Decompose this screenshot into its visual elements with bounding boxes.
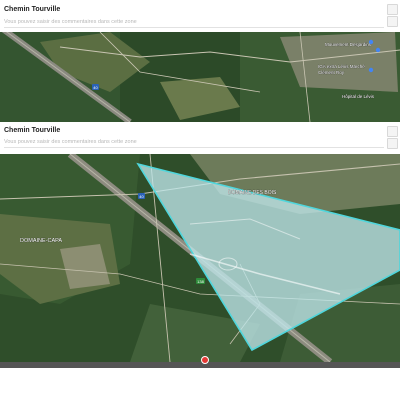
card-1-header: Chemin Tourville: [0, 0, 400, 32]
map-1-poi-label: IGA extra Lévis Marché: [318, 64, 365, 69]
card-2-header: Chemin Tourville: [0, 122, 400, 154]
card-2-map-canvas[interactable]: 40 138 DOMAINE-CAPA DOMAINE DES BOIS: [0, 154, 400, 362]
map-2-area-label: DOMAINE-CAPA: [20, 238, 62, 244]
map-1-poi-pin-icon[interactable]: [368, 67, 374, 73]
card-1-title: Chemin Tourville: [4, 6, 61, 13]
map-1-route-shield-label: 40: [93, 85, 98, 90]
page: Chemin Tourville 40 Mouvement Desjardins…: [0, 0, 400, 400]
card-2-side-button-2[interactable]: [387, 138, 398, 149]
map-1-poi-pin-icon[interactable]: [375, 47, 381, 53]
map-1-poi-label: Hôpital de Lévis: [342, 94, 375, 99]
card-2-map[interactable]: 40 138 DOMAINE-CAPA DOMAINE DES BOIS: [0, 154, 400, 362]
map-1-poi-pin-icon[interactable]: [368, 39, 374, 45]
card-2-side-button[interactable]: [387, 126, 398, 137]
map-2-route-shield-label: 138: [197, 279, 204, 284]
card-1-side-button[interactable]: [387, 4, 398, 15]
map-2-route-shield-label: 40: [139, 194, 144, 199]
card-1-side-button-2[interactable]: [387, 16, 398, 27]
map-1-poi-label: Mouvement Desjardins: [325, 42, 372, 47]
location-marker-icon[interactable]: [201, 356, 209, 364]
card-2-comment-input[interactable]: [4, 137, 384, 148]
map-bottom-bar: [0, 362, 400, 368]
card-1-map[interactable]: 40 Mouvement Desjardins IGA extra Lévis …: [0, 32, 400, 122]
card-1-comment-input[interactable]: [4, 17, 384, 28]
card-2-title: Chemin Tourville: [4, 127, 61, 134]
map-1-poi-label: Clément Roy: [318, 70, 345, 75]
map-2-area-label: DOMAINE DES BOIS: [228, 190, 277, 196]
card-1-map-canvas[interactable]: 40 Mouvement Desjardins IGA extra Lévis …: [0, 32, 400, 122]
